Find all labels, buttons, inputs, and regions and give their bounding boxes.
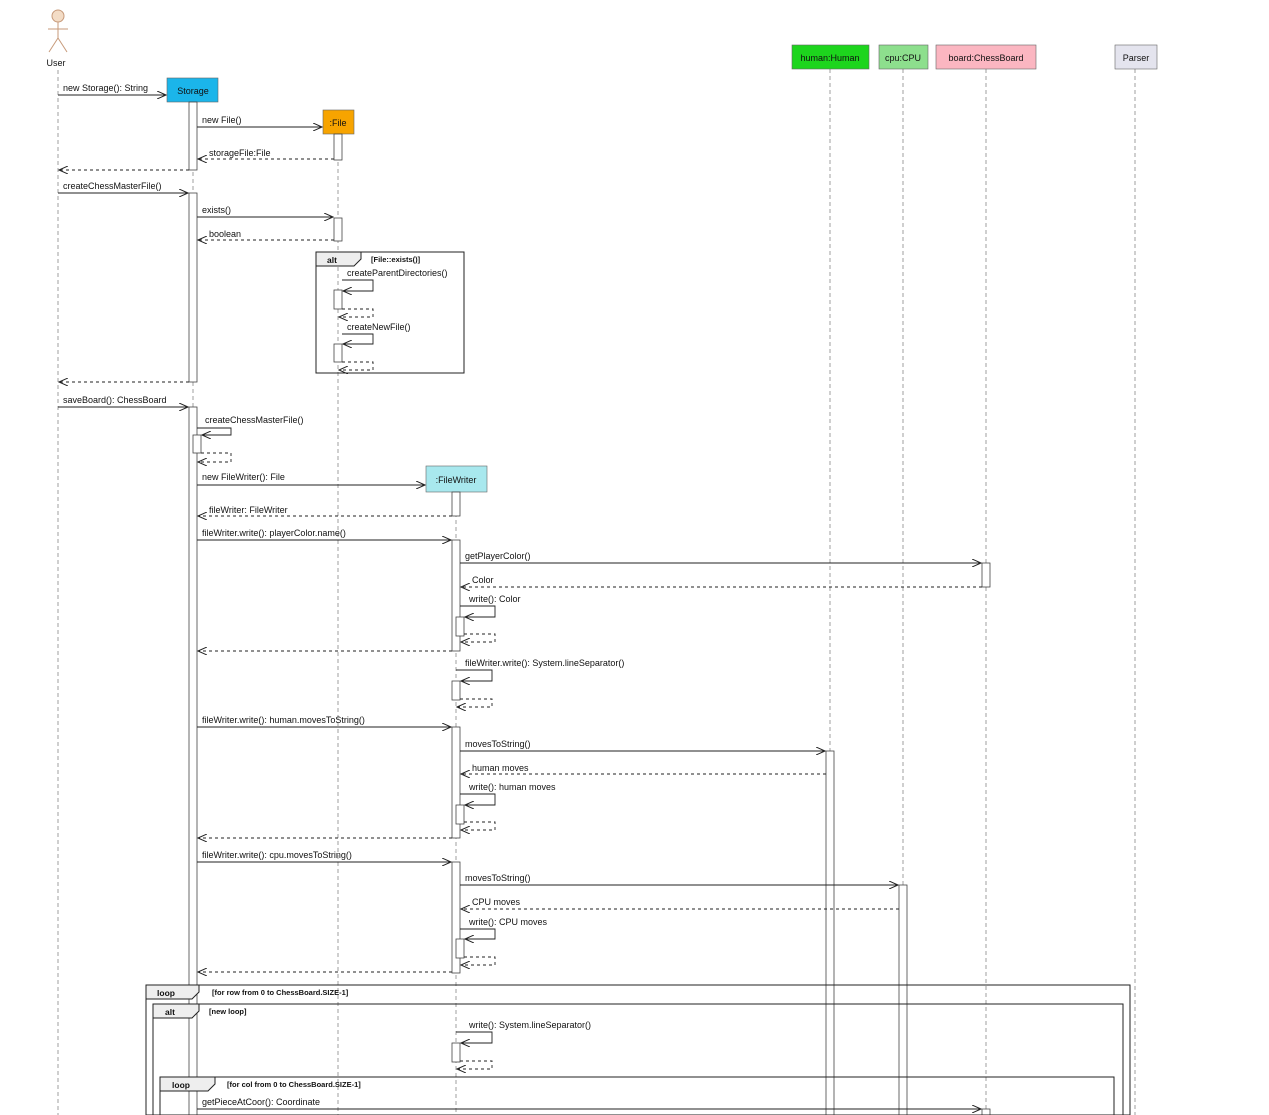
- activation-bar: [451, 680, 461, 701]
- self-message: [460, 605, 496, 617]
- lifelines: [57, 69, 1136, 1115]
- frame-guard: [File::exists()]: [371, 255, 421, 264]
- activations: [188, 101, 991, 1115]
- self-message: [342, 333, 374, 344]
- frame-guard: [new loop]: [209, 1007, 247, 1016]
- participant-label: :File: [329, 118, 346, 128]
- self-message: [342, 279, 374, 291]
- sequence-diagram: User Storage :File :FileWriter human:Hum…: [46, 9, 1158, 1115]
- message-label: write(): System.lineSeparator(): [468, 1020, 591, 1030]
- activation-bar: [451, 1042, 461, 1063]
- self-return: [461, 956, 496, 965]
- self-return: [461, 821, 496, 830]
- message-label: fileWriter.write(): cpu.movesToString(): [202, 850, 352, 860]
- message-label: new Storage(): String: [63, 83, 148, 93]
- activation-bar: [333, 217, 343, 242]
- activation-bar: [333, 343, 343, 363]
- participant-label: cpu:CPU: [885, 53, 921, 63]
- activation-bar: [333, 289, 343, 310]
- activation-bar: [898, 884, 908, 1115]
- activation-bar: [825, 750, 835, 1115]
- activation-bar: [188, 101, 198, 171]
- activation-bar: [981, 1108, 991, 1115]
- activation-bar: [333, 133, 343, 161]
- message-label: getPlayerColor(): [465, 551, 531, 561]
- message-label: createChessMasterFile(): [205, 415, 304, 425]
- frame-tag: loop: [172, 1080, 190, 1090]
- participant-filewriter: :FileWriter: [425, 465, 488, 493]
- message-label: write(): human moves: [468, 782, 556, 792]
- message-label: fileWriter.write(): human.movesToString(…: [202, 715, 365, 725]
- frame-tag: loop: [157, 988, 175, 998]
- participant-cpu: cpu:CPU: [878, 44, 929, 70]
- message-labels: new Storage(): String new File() storage…: [63, 83, 624, 1107]
- message-label: human moves: [472, 763, 529, 773]
- frame-guard: [for col from 0 to ChessBoard.SIZE-1]: [227, 1080, 361, 1089]
- message-label: boolean: [209, 229, 241, 239]
- message-label: storageFile:File: [209, 148, 271, 158]
- message-label: createNewFile(): [347, 322, 411, 332]
- self-return: [339, 308, 374, 317]
- participant-human: human:Human: [791, 44, 870, 70]
- participant-board: board:ChessBoard: [935, 44, 1037, 70]
- message-label: CPU moves: [472, 897, 521, 907]
- message-label: new FileWriter(): File: [202, 472, 285, 482]
- self-return: [339, 361, 374, 370]
- participant-storage: Storage: [166, 77, 219, 103]
- self-message: [460, 928, 496, 939]
- participant-file: :File: [322, 109, 355, 135]
- message-label: movesToString(): [465, 873, 531, 883]
- message-label: Color: [472, 575, 494, 585]
- message-label: fileWriter: FileWriter: [209, 505, 288, 515]
- self-return: [457, 698, 493, 707]
- actor-head: [51, 9, 65, 23]
- actor-label: User: [46, 58, 65, 68]
- activation-bar: [455, 804, 465, 825]
- message-label: createChessMasterFile(): [63, 181, 162, 191]
- activation-bar: [981, 562, 991, 588]
- self-message: [456, 669, 493, 681]
- activation-bar: [455, 938, 465, 959]
- message-label: new File(): [202, 115, 242, 125]
- message-label: getPieceAtCoor(): Coordinate: [202, 1097, 320, 1107]
- frame-tag: alt: [327, 255, 337, 265]
- self-message: [197, 427, 232, 435]
- participant-label: Parser: [1123, 53, 1150, 63]
- participant-label: Storage: [177, 86, 209, 96]
- frame-tag: alt: [165, 1007, 175, 1017]
- activation-bar: [192, 434, 202, 454]
- self-message: [460, 793, 496, 805]
- self-return: [457, 1060, 493, 1069]
- self-return: [198, 452, 232, 462]
- participant-label: :FileWriter: [436, 475, 477, 485]
- actor-user: [48, 9, 68, 53]
- message-label: fileWriter.write(): System.lineSeparator…: [465, 658, 624, 668]
- message-label: saveBoard(): ChessBoard: [63, 395, 167, 405]
- message-label: write(): CPU moves: [468, 917, 548, 927]
- participant-label: board:ChessBoard: [948, 53, 1023, 63]
- message-label: createParentDirectories(): [347, 268, 448, 278]
- message-label: write(): Color: [468, 594, 521, 604]
- self-message: [456, 1031, 493, 1043]
- activation-bar: [188, 192, 198, 383]
- activation-bar: [455, 616, 465, 637]
- message-label: movesToString(): [465, 739, 531, 749]
- frame-guard: [for row from 0 to ChessBoard.SIZE-1]: [212, 988, 349, 997]
- message-label: exists(): [202, 205, 231, 215]
- self-return: [461, 633, 496, 642]
- participant-parser: Parser: [1114, 44, 1158, 70]
- message-label: fileWriter.write(): playerColor.name(): [202, 528, 346, 538]
- participant-label: human:Human: [800, 53, 859, 63]
- activation-bar: [451, 491, 461, 517]
